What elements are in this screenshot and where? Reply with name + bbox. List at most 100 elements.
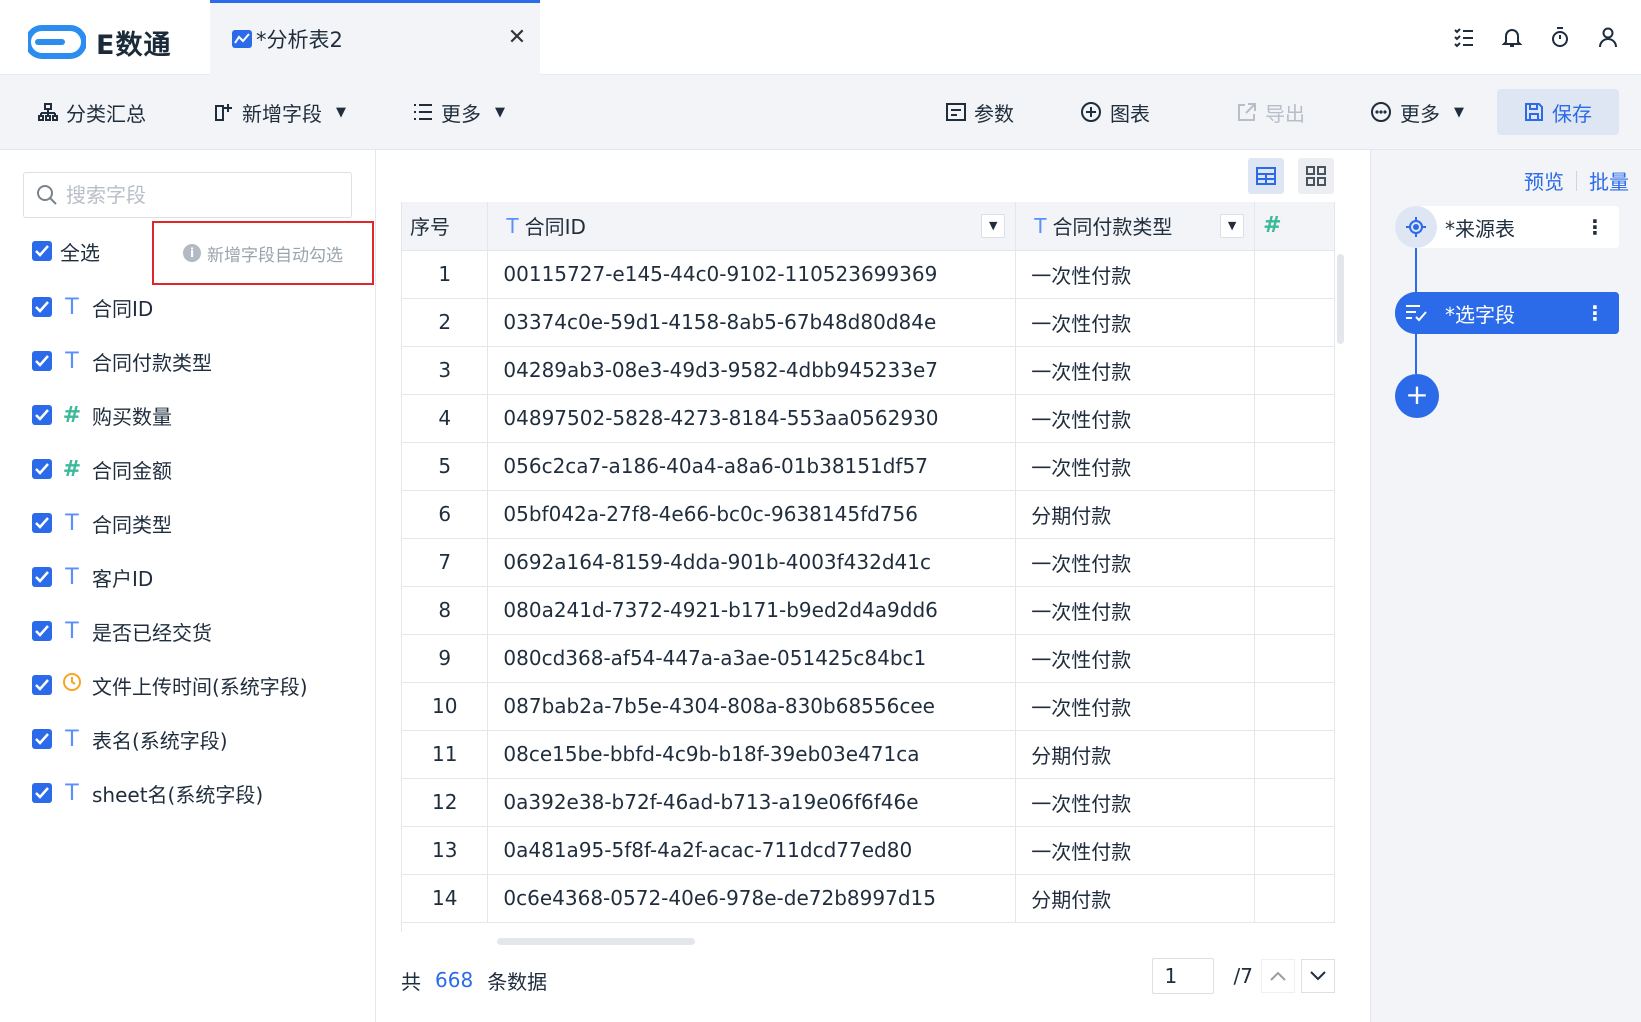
search-icon <box>37 185 57 205</box>
cell-index: 10 <box>402 682 489 731</box>
export-button[interactable]: 导出 <box>1237 95 1305 129</box>
vertical-scrollbar[interactable] <box>1337 254 1344 344</box>
save-button[interactable]: 保存 <box>1497 89 1619 135</box>
steps-actions: 预览 批量 <box>1512 166 1641 195</box>
cell-number <box>1254 874 1335 923</box>
more-vertical-icon[interactable]: ⋮ <box>1585 303 1605 323</box>
field-checkbox[interactable] <box>32 513 52 533</box>
cell-number <box>1254 394 1335 443</box>
field-checkbox[interactable] <box>32 621 52 641</box>
step-source-table[interactable]: *来源表 ⋮ <box>1395 206 1619 248</box>
more-left-button[interactable]: 更多 ▼ <box>413 95 505 129</box>
chart-tab-icon <box>232 30 252 48</box>
preview-link[interactable]: 预览 <box>1512 166 1576 195</box>
check-icon <box>35 245 49 257</box>
step-connector <box>1415 248 1417 292</box>
field-row[interactable]: T 客户ID <box>32 562 153 592</box>
column-menu-button[interactable]: ▼ <box>1220 213 1245 238</box>
caret-down-icon: ▼ <box>336 104 346 120</box>
field-row[interactable]: # 购买数量 <box>32 400 172 430</box>
prev-page-button[interactable] <box>1261 959 1295 993</box>
field-checkbox[interactable] <box>32 297 52 317</box>
field-row[interactable]: 文件上传时间(系统字段) <box>32 670 308 700</box>
field-row[interactable]: # 合同金额 <box>32 454 172 484</box>
select-fields-icon <box>1395 292 1437 334</box>
field-row[interactable]: T 合同付款类型 <box>32 346 212 376</box>
close-icon[interactable]: ✕ <box>506 27 528 49</box>
user-icon[interactable] <box>1595 24 1621 50</box>
more-vertical-icon[interactable]: ⋮ <box>1585 217 1605 237</box>
field-row[interactable]: T 合同ID <box>32 292 153 322</box>
cell-contract-id: 056c2ca7-a186-40a4-a8a6-01b38151df57 <box>487 442 1017 491</box>
header-label: 合同ID <box>524 215 586 240</box>
field-checkbox[interactable] <box>32 351 52 371</box>
more-left-label: 更多 <box>441 101 481 126</box>
grid-view-button[interactable] <box>1298 158 1334 194</box>
cell-number <box>1254 442 1335 491</box>
search-input[interactable] <box>66 183 336 207</box>
cell-index: 5 <box>402 442 489 491</box>
number-type-icon: # <box>62 402 82 428</box>
more-right-button[interactable]: 更多 ▼ <box>1370 95 1464 129</box>
field-checkbox[interactable] <box>32 405 52 425</box>
field-checkbox[interactable] <box>32 783 52 803</box>
select-all-checkbox[interactable] <box>32 241 52 261</box>
cell-index: 4 <box>402 394 489 443</box>
add-step-button[interactable]: + <box>1395 374 1439 418</box>
step-connector <box>1415 334 1417 374</box>
select-all-row[interactable]: 全选 <box>32 236 100 266</box>
text-type-icon: T <box>65 780 79 806</box>
field-row[interactable]: T 是否已经交货 <box>32 616 212 646</box>
task-list-icon[interactable] <box>1451 24 1477 50</box>
search-field[interactable] <box>23 172 352 218</box>
text-type-icon: T <box>65 510 79 536</box>
params-button[interactable]: 参数 <box>946 95 1014 129</box>
field-label: 客户ID <box>92 566 154 591</box>
group-summary-button[interactable]: 分类汇总 <box>38 95 146 129</box>
table-row: 3 04289ab3-08e3-49d3-9582-4dbb945233e7 一次性… <box>402 346 1335 395</box>
page-input[interactable] <box>1151 958 1214 994</box>
field-row[interactable]: T sheet名(系统字段) <box>32 778 263 808</box>
header-contract-id: T 合同ID ▼ <box>487 202 1017 251</box>
next-page-button[interactable] <box>1301 959 1335 993</box>
field-checkbox[interactable] <box>32 459 52 479</box>
field-checkbox[interactable] <box>32 567 52 587</box>
cell-payment-type: 分期付款 <box>1015 874 1256 923</box>
field-row[interactable]: T 合同类型 <box>32 508 172 538</box>
batch-link[interactable]: 批量 <box>1577 166 1641 195</box>
check-icon <box>35 301 49 313</box>
field-checkbox[interactable] <box>32 729 52 749</box>
field-row[interactable]: T 表名(系统字段) <box>32 724 228 754</box>
field-checkbox[interactable] <box>32 675 52 695</box>
column-menu-button[interactable]: ▼ <box>981 213 1006 238</box>
cell-index: 14 <box>402 874 489 923</box>
header-number-column: # <box>1254 202 1335 251</box>
logo-text: E数通 <box>96 29 172 61</box>
table-row: 6 05bf042a-27f8-4e66-bc0c-9638145fd756 分期付… <box>402 490 1335 539</box>
field-label: 购买数量 <box>92 404 172 429</box>
logo-icon <box>28 25 86 59</box>
cell-payment-type: 一次性付款 <box>1015 250 1256 299</box>
cell-number <box>1254 538 1335 587</box>
step-label: *来源表 <box>1445 216 1515 241</box>
check-icon <box>35 571 49 583</box>
cell-number <box>1254 634 1335 683</box>
horizontal-scrollbar[interactable] <box>497 938 695 945</box>
add-field-button[interactable]: 新增字段 ▼ <box>214 95 346 129</box>
record-count: 668 <box>435 968 474 992</box>
table-row: 11 08ce15be-bbfd-4c9b-b18f-39eb03e471ca 分期… <box>402 730 1335 779</box>
tab-analysis-table[interactable]: *分析表2 ✕ <box>210 0 540 75</box>
table-view-button[interactable] <box>1248 158 1284 194</box>
step-select-fields[interactable]: *选字段 ⋮ <box>1395 292 1619 334</box>
header-payment-type: T 合同付款类型 ▼ <box>1015 202 1256 251</box>
bell-icon[interactable] <box>1499 24 1525 50</box>
cell-number <box>1254 346 1335 395</box>
timer-icon[interactable] <box>1547 24 1573 50</box>
check-icon <box>35 355 49 367</box>
cell-number <box>1254 250 1335 299</box>
title-bar: E数通 *分析表2 ✕ <box>0 0 1641 75</box>
plus-circle-icon <box>1081 102 1101 122</box>
chart-button[interactable]: 图表 <box>1080 95 1150 129</box>
text-type-icon: T <box>65 294 79 320</box>
save-label: 保存 <box>1552 101 1592 126</box>
